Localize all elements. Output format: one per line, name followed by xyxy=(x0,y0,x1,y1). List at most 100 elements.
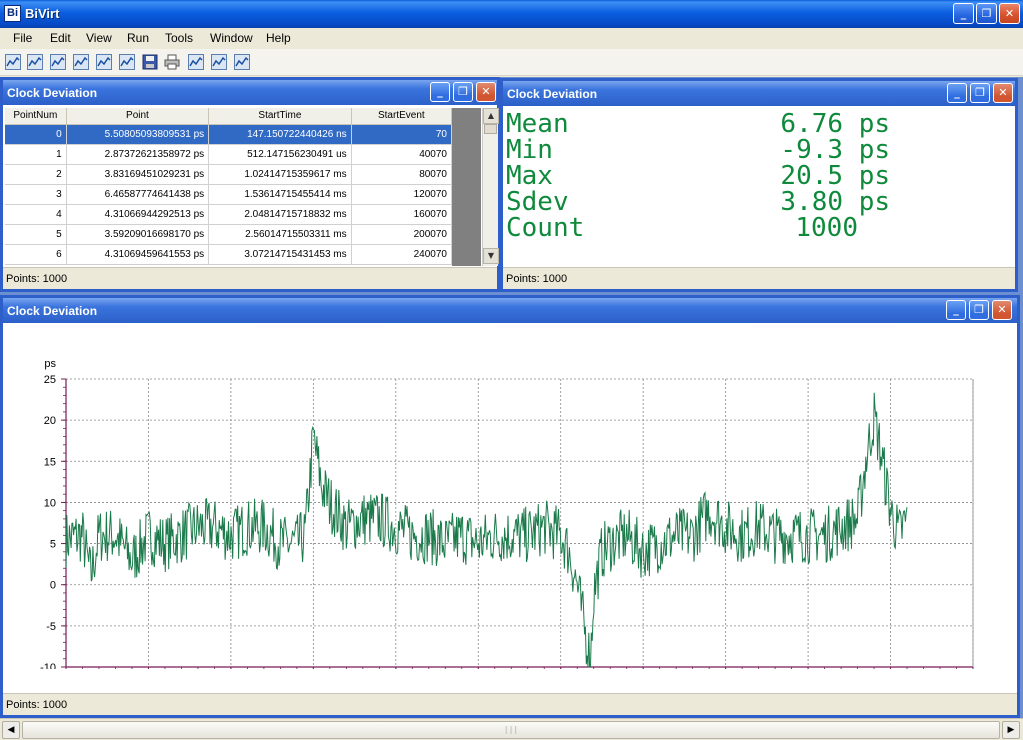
table-row[interactable]: 6 4.31069459641553 ps 3.07214715431453 m… xyxy=(5,244,453,265)
cell-startevent: 160070 xyxy=(351,204,453,225)
toolbar xyxy=(0,49,1023,76)
table-close-button[interactable]: ✕ xyxy=(476,82,496,102)
y-tick-label: 0 xyxy=(50,580,56,592)
chart-icon xyxy=(211,54,227,70)
chart-icon xyxy=(96,54,112,70)
menu-edit[interactable]: Edit xyxy=(50,31,71,45)
stats-close-button[interactable]: ✕ xyxy=(993,83,1013,103)
cell-startevent: 40070 xyxy=(351,144,453,165)
scroll-left-arrow-icon[interactable]: ◀ xyxy=(2,721,20,739)
y-tick-label: 10 xyxy=(44,497,56,509)
table-empty-area xyxy=(452,108,481,266)
table-row[interactable]: 4 4.31066944292513 ps 2.04814715718832 m… xyxy=(5,204,453,225)
chart-status-bar: Points: 1000 xyxy=(3,693,1017,715)
save-button[interactable] xyxy=(142,54,158,70)
cell-point: 2.87372621358972 ps xyxy=(66,144,210,165)
y-tick-label: -10 xyxy=(40,662,56,669)
title-bar: Bi BiVirt _ ❐ ✕ xyxy=(0,0,1023,28)
save-icon xyxy=(142,54,158,70)
cell-point: 4.31066944292513 ps xyxy=(66,204,210,225)
print-button[interactable] xyxy=(164,54,180,70)
chart-icon xyxy=(5,54,21,70)
y-tick-label: -5 xyxy=(46,621,56,633)
scroll-right-arrow-icon[interactable]: ▶ xyxy=(1002,721,1020,739)
data-table[interactable]: PointNum Point StartTime StartEvent 0 5.… xyxy=(5,108,482,266)
chart-icon xyxy=(27,54,43,70)
toolbar-button-11[interactable] xyxy=(234,54,250,70)
toolbar-button-10[interactable] xyxy=(211,54,227,70)
cell-point: 4.31069459641553 ps xyxy=(66,244,210,265)
cell-pointnum: 5 xyxy=(5,224,67,245)
scroll-up-arrow-icon[interactable]: ▲ xyxy=(483,108,499,124)
menu-file[interactable]: File xyxy=(13,31,32,45)
app-title: BiVirt xyxy=(25,6,60,21)
stats-minimize-button[interactable]: _ xyxy=(947,83,967,103)
menu-run[interactable]: Run xyxy=(127,31,149,45)
column-header-point[interactable]: Point xyxy=(66,108,210,125)
stats-status-bar: Points: 1000 xyxy=(503,267,1015,289)
app-window: Bi BiVirt _ ❐ ✕ File Edit View Run Tools… xyxy=(0,0,1023,740)
menu-view[interactable]: View xyxy=(86,31,112,45)
stat-value-count: 1000 xyxy=(795,213,858,243)
cell-startevent: 240070 xyxy=(351,244,453,265)
cell-pointnum: 1 xyxy=(5,144,67,165)
table-row[interactable]: 0 5.50805093809531 ps 147.150722440426 n… xyxy=(5,124,453,145)
table-row[interactable]: 1 2.87372621358972 ps 512.147156230491 u… xyxy=(5,144,453,165)
table-minimize-button[interactable]: _ xyxy=(430,82,450,102)
chart-close-button[interactable]: ✕ xyxy=(992,300,1012,320)
toolbar-button-3[interactable] xyxy=(50,54,66,70)
cell-startevent: 200070 xyxy=(351,224,453,245)
table-row[interactable]: 5 3.59209016698170 ps 2.56014715503311 m… xyxy=(5,224,453,245)
toolbar-button-5[interactable] xyxy=(96,54,112,70)
cell-pointnum: 3 xyxy=(5,184,67,205)
table-maximize-button[interactable]: ❐ xyxy=(453,82,473,102)
cell-pointnum: 4 xyxy=(5,204,67,225)
scroll-thumb[interactable] xyxy=(484,124,497,134)
toolbar-button-4[interactable] xyxy=(73,54,89,70)
mdi-workspace: Clock Deviation _ ❐ ✕ PointNum Point Sta… xyxy=(0,77,1023,718)
cell-point: 6.46587774641438 ps xyxy=(66,184,210,205)
cell-starttime: 1.02414715359617 ms xyxy=(208,164,352,185)
chart-icon xyxy=(50,54,66,70)
chart-maximize-button[interactable]: ❐ xyxy=(969,300,989,320)
column-header-pointnum[interactable]: PointNum xyxy=(5,108,67,125)
y-tick-label: 20 xyxy=(44,415,56,427)
menu-tools[interactable]: Tools xyxy=(165,31,193,45)
column-header-starttime[interactable]: StartTime xyxy=(208,108,352,125)
restore-button[interactable]: ❐ xyxy=(976,3,997,24)
app-logo-icon: Bi xyxy=(4,5,21,22)
cell-point: 5.50805093809531 ps xyxy=(66,124,210,145)
chart-minimize-button[interactable]: _ xyxy=(946,300,966,320)
table-row[interactable]: 3 6.46587774641438 ps 1.53614715455414 m… xyxy=(5,184,453,205)
cell-startevent: 120070 xyxy=(351,184,453,205)
cell-starttime: 1.53614715455414 ms xyxy=(208,184,352,205)
horizontal-scroll-thumb[interactable]: ||| xyxy=(22,721,1000,739)
print-icon xyxy=(164,54,180,70)
menu-bar: File Edit View Run Tools Window Help xyxy=(0,28,1023,49)
chart-icon xyxy=(73,54,89,70)
table-vertical-scrollbar[interactable]: ▲ ▼ xyxy=(482,108,499,266)
chart-icon xyxy=(119,54,135,70)
menu-window[interactable]: Window xyxy=(210,31,253,45)
toolbar-button-2[interactable] xyxy=(27,54,43,70)
cell-startevent: 70 xyxy=(351,124,453,145)
menu-help[interactable]: Help xyxy=(266,31,291,45)
table-row[interactable]: 2 3.83169451029231 ps 1.02414715359617 m… xyxy=(5,164,453,185)
y-axis-label: ps xyxy=(44,358,56,370)
toolbar-button-6[interactable] xyxy=(119,54,135,70)
table-status-bar: Points: 1000 xyxy=(3,267,497,289)
column-header-startevent[interactable]: StartEvent xyxy=(351,108,453,125)
line-chart[interactable]: 050100150200250300350400450500550-10-505… xyxy=(3,323,1017,669)
toolbar-button-9[interactable] xyxy=(188,54,204,70)
horizontal-scrollbar[interactable]: ◀ ||| ▶ xyxy=(0,718,1023,740)
minimize-button[interactable]: _ xyxy=(953,3,974,24)
scroll-down-arrow-icon[interactable]: ▼ xyxy=(483,248,499,264)
close-button[interactable]: ✕ xyxy=(999,3,1020,24)
toolbar-button-1[interactable] xyxy=(5,54,21,70)
cell-starttime: 147.150722440426 ns xyxy=(208,124,352,145)
chart-icon xyxy=(188,54,204,70)
cell-pointnum: 6 xyxy=(5,244,67,265)
stats-maximize-button[interactable]: ❐ xyxy=(970,83,990,103)
chart-window: Clock Deviation _ ❐ ✕ 050100150200250300… xyxy=(0,295,1020,718)
stats-window: Clock Deviation _ ❐ ✕ Mean 6.76 ps Min -… xyxy=(500,78,1018,292)
